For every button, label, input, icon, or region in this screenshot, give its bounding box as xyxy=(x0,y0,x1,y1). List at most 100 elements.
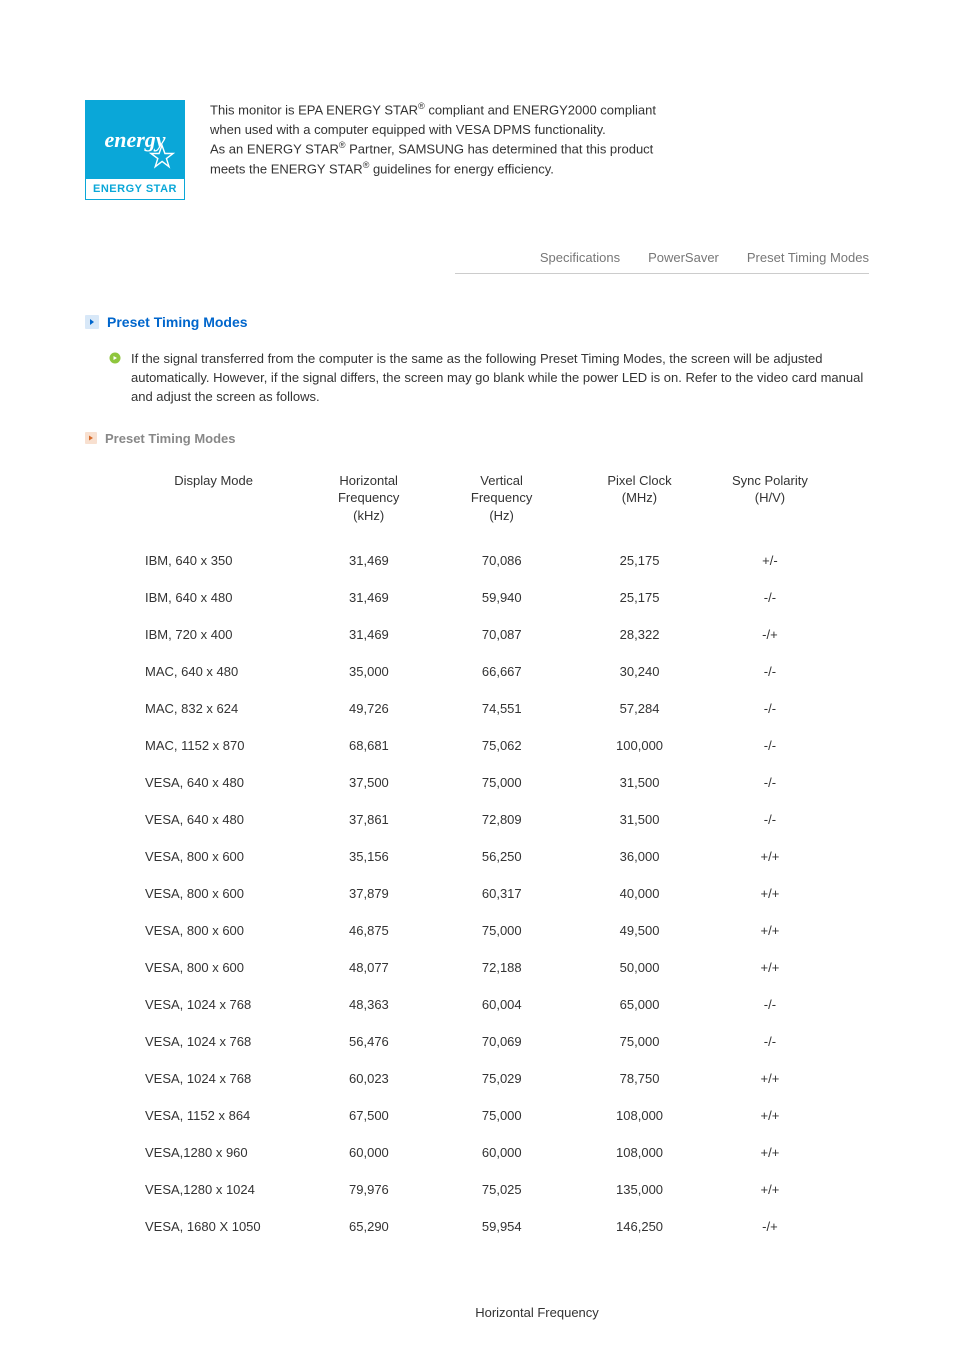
td-pixel-clock: 50,000 xyxy=(568,960,711,975)
td-display-mode: VESA, 640 x 480 xyxy=(125,812,302,827)
td-horizontal-freq: 60,023 xyxy=(302,1071,435,1086)
td-vertical-freq: 72,188 xyxy=(435,960,568,975)
intro-text: If the signal transferred from the compu… xyxy=(131,350,869,407)
td-horizontal-freq: 37,879 xyxy=(302,886,435,901)
table-row: VESA, 800 x 60035,15656,25036,000+/+ xyxy=(125,838,829,875)
energy-logo-label: ENERGY STAR xyxy=(86,179,184,199)
tab-powersaver[interactable]: PowerSaver xyxy=(648,250,719,265)
td-pixel-clock: 135,000 xyxy=(568,1182,711,1197)
table-row: VESA, 1024 x 76856,47670,06975,000-/- xyxy=(125,1023,829,1060)
tab-preset-timing-modes[interactable]: Preset Timing Modes xyxy=(747,250,869,265)
td-sync-polarity: -/- xyxy=(711,997,829,1012)
arrow-right-icon xyxy=(85,432,97,444)
td-display-mode: MAC, 1152 x 870 xyxy=(125,738,302,753)
td-vertical-freq: 59,940 xyxy=(435,590,568,605)
td-display-mode: VESA, 1152 x 864 xyxy=(125,1108,302,1123)
td-pixel-clock: 65,000 xyxy=(568,997,711,1012)
td-sync-polarity: +/- xyxy=(711,553,829,568)
table-row: MAC, 640 x 48035,00066,66730,240-/- xyxy=(125,653,829,690)
td-pixel-clock: 31,500 xyxy=(568,775,711,790)
td-pixel-clock: 31,500 xyxy=(568,812,711,827)
horizontal-frequency-label: Horizontal Frequency xyxy=(205,1305,869,1320)
star-icon xyxy=(148,143,176,171)
td-sync-polarity: -/+ xyxy=(711,627,829,642)
td-pixel-clock: 100,000 xyxy=(568,738,711,753)
energy-star-description: This monitor is EPA ENERGY STAR® complia… xyxy=(210,100,680,179)
table-row: VESA, 1152 x 86467,50075,000108,000+/+ xyxy=(125,1097,829,1134)
td-pixel-clock: 108,000 xyxy=(568,1145,711,1160)
table-row: VESA, 800 x 60048,07772,18850,000+/+ xyxy=(125,949,829,986)
td-vertical-freq: 75,025 xyxy=(435,1182,568,1197)
td-sync-polarity: -/- xyxy=(711,590,829,605)
table-row: VESA, 1024 x 76848,36360,00465,000-/- xyxy=(125,986,829,1023)
td-pixel-clock: 36,000 xyxy=(568,849,711,864)
energy-text-2c: guidelines for energy efficiency. xyxy=(369,161,554,176)
section-title: Preset Timing Modes xyxy=(107,314,248,330)
td-vertical-freq: 70,086 xyxy=(435,553,568,568)
td-display-mode: VESA, 800 x 600 xyxy=(125,849,302,864)
td-vertical-freq: 60,004 xyxy=(435,997,568,1012)
table-row: MAC, 832 x 62449,72674,55157,284-/- xyxy=(125,690,829,727)
td-sync-polarity: +/+ xyxy=(711,1071,829,1086)
td-horizontal-freq: 48,077 xyxy=(302,960,435,975)
td-sync-polarity: -/- xyxy=(711,701,829,716)
td-vertical-freq: 60,000 xyxy=(435,1145,568,1160)
table-row: VESA, 800 x 60046,87575,00049,500+/+ xyxy=(125,912,829,949)
table-row: VESA, 640 x 48037,86172,80931,500-/- xyxy=(125,801,829,838)
td-sync-polarity: -/- xyxy=(711,775,829,790)
energy-text-2a: As an ENERGY STAR xyxy=(210,142,339,157)
td-horizontal-freq: 35,156 xyxy=(302,849,435,864)
td-vertical-freq: 74,551 xyxy=(435,701,568,716)
td-sync-polarity: +/+ xyxy=(711,1108,829,1123)
section-header: Preset Timing Modes xyxy=(85,314,869,330)
td-pixel-clock: 40,000 xyxy=(568,886,711,901)
td-vertical-freq: 75,000 xyxy=(435,1108,568,1123)
table-header-row: Display Mode Horizontal Frequency (kHz) … xyxy=(125,472,829,543)
td-horizontal-freq: 48,363 xyxy=(302,997,435,1012)
table-body: IBM, 640 x 35031,46970,08625,175+/-IBM, … xyxy=(125,542,829,1245)
td-vertical-freq: 70,087 xyxy=(435,627,568,642)
subsection-title: Preset Timing Modes xyxy=(105,431,236,446)
td-horizontal-freq: 65,290 xyxy=(302,1219,435,1234)
td-vertical-freq: 56,250 xyxy=(435,849,568,864)
td-pixel-clock: 25,175 xyxy=(568,590,711,605)
table-row: VESA, 1024 x 76860,02375,02978,750+/+ xyxy=(125,1060,829,1097)
td-sync-polarity: +/+ xyxy=(711,1182,829,1197)
td-vertical-freq: 72,809 xyxy=(435,812,568,827)
registered-mark: ® xyxy=(418,101,425,111)
td-horizontal-freq: 35,000 xyxy=(302,664,435,679)
td-display-mode: IBM, 640 x 350 xyxy=(125,553,302,568)
td-pixel-clock: 49,500 xyxy=(568,923,711,938)
td-display-mode: MAC, 640 x 480 xyxy=(125,664,302,679)
td-horizontal-freq: 49,726 xyxy=(302,701,435,716)
td-pixel-clock: 30,240 xyxy=(568,664,711,679)
td-vertical-freq: 75,000 xyxy=(435,775,568,790)
th-pixel-clock: Pixel Clock (MHz) xyxy=(568,472,711,525)
td-display-mode: VESA, 800 x 600 xyxy=(125,960,302,975)
td-horizontal-freq: 67,500 xyxy=(302,1108,435,1123)
td-display-mode: VESA, 1024 x 768 xyxy=(125,1071,302,1086)
td-pixel-clock: 146,250 xyxy=(568,1219,711,1234)
td-horizontal-freq: 37,861 xyxy=(302,812,435,827)
td-vertical-freq: 60,317 xyxy=(435,886,568,901)
table-row: VESA,1280 x 96060,00060,000108,000+/+ xyxy=(125,1134,829,1171)
table-row: VESA, 640 x 48037,50075,00031,500-/- xyxy=(125,764,829,801)
td-display-mode: MAC, 832 x 624 xyxy=(125,701,302,716)
td-display-mode: VESA, 640 x 480 xyxy=(125,775,302,790)
td-horizontal-freq: 68,681 xyxy=(302,738,435,753)
td-pixel-clock: 25,175 xyxy=(568,553,711,568)
td-vertical-freq: 66,667 xyxy=(435,664,568,679)
td-display-mode: IBM, 640 x 480 xyxy=(125,590,302,605)
td-sync-polarity: +/+ xyxy=(711,1145,829,1160)
table-row: VESA, 800 x 60037,87960,31740,000+/+ xyxy=(125,875,829,912)
td-horizontal-freq: 31,469 xyxy=(302,590,435,605)
td-pixel-clock: 28,322 xyxy=(568,627,711,642)
td-vertical-freq: 59,954 xyxy=(435,1219,568,1234)
table-row: IBM, 720 x 40031,46970,08728,322-/+ xyxy=(125,616,829,653)
td-sync-polarity: -/+ xyxy=(711,1219,829,1234)
td-sync-polarity: -/- xyxy=(711,812,829,827)
tab-specifications[interactable]: Specifications xyxy=(540,250,620,265)
td-pixel-clock: 75,000 xyxy=(568,1034,711,1049)
table-row: IBM, 640 x 48031,46959,94025,175-/- xyxy=(125,579,829,616)
subsection-header: Preset Timing Modes xyxy=(85,431,869,446)
